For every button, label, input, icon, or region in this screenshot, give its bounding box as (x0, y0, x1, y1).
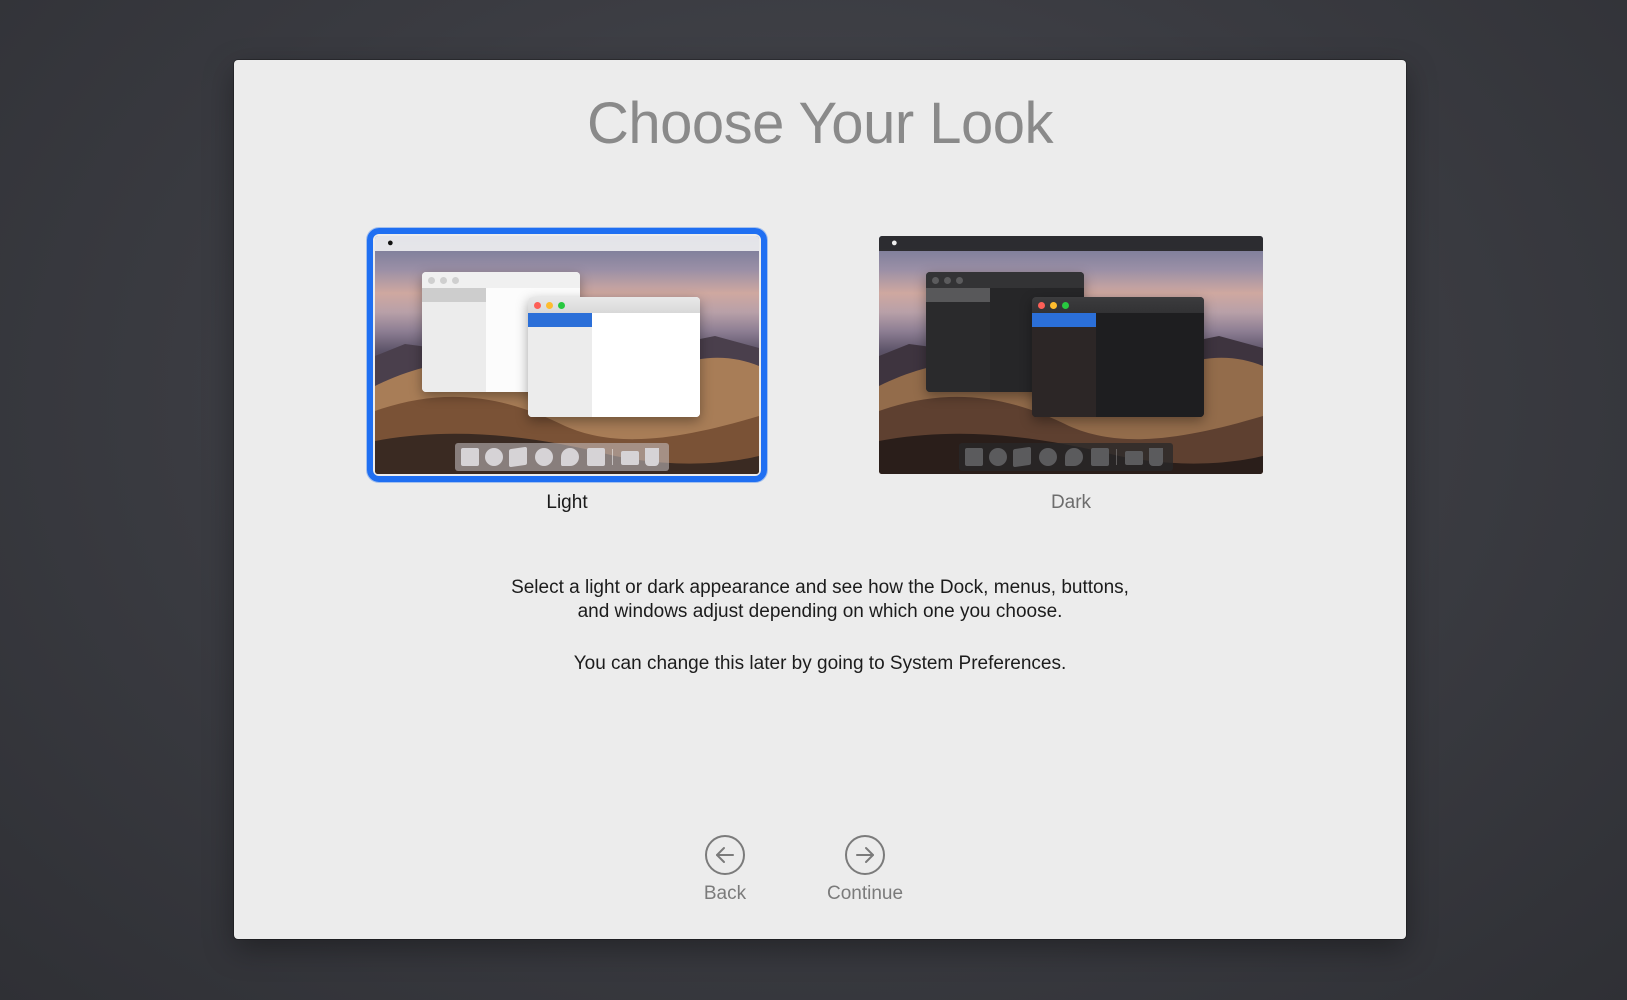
description: Select a light or dark appearance and se… (234, 576, 1406, 676)
description-note: You can change this later by going to Sy… (573, 653, 1067, 674)
dark-preview-screen: ● (879, 236, 1263, 474)
continue-button[interactable]: Continue (810, 835, 920, 905)
appearance-thumbnail-light[interactable]: ● (367, 228, 767, 482)
preview-window-front (1032, 297, 1204, 417)
preview-dock (455, 443, 669, 471)
apple-logo-icon: ● (891, 237, 898, 249)
preview-dock (959, 443, 1173, 471)
page-title: Choose Your Look (586, 91, 1054, 156)
preview-window-front (528, 297, 700, 417)
appearance-option-dark[interactable]: ● Dark (871, 228, 1271, 518)
description-line-1: Select a light or dark appearance and se… (511, 577, 1129, 598)
back-button[interactable]: Back (670, 835, 780, 905)
description-line-2: and windows adjust depending on which on… (577, 601, 1063, 622)
setup-assistant-panel: Choose Your Look ● Light ● Dark Select a… (234, 60, 1406, 939)
menu-bar: ● (879, 236, 1263, 251)
arrow-right-circle-icon[interactable] (845, 835, 885, 875)
continue-label[interactable]: Continue (810, 883, 920, 905)
menu-bar: ● (375, 236, 759, 251)
appearance-option-light[interactable]: ● Light (367, 228, 767, 518)
apple-logo-icon: ● (387, 237, 394, 249)
appearance-label-dark[interactable]: Dark (871, 492, 1271, 514)
arrow-left-circle-icon[interactable] (705, 835, 745, 875)
appearance-label-light[interactable]: Light (367, 492, 767, 514)
light-preview-screen: ● (375, 236, 759, 474)
appearance-thumbnail-dark[interactable]: ● (871, 228, 1271, 482)
back-label[interactable]: Back (670, 883, 780, 905)
